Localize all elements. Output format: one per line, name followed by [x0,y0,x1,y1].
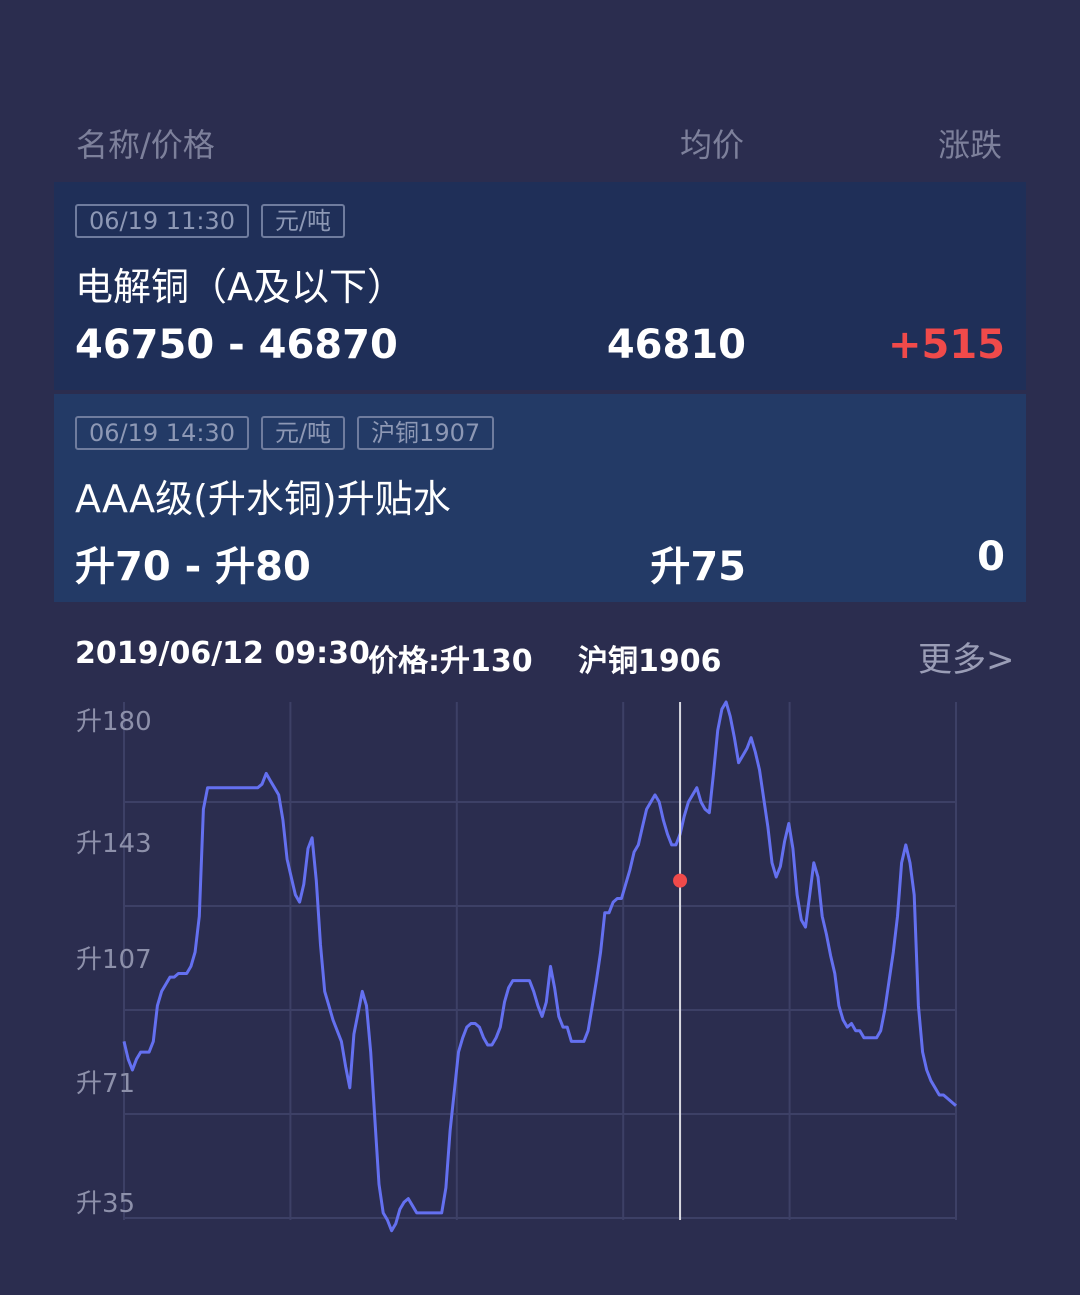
selected-contract: 沪铜1906 [578,644,722,679]
product-name: AAA级(升水铜)升贴水 [75,477,451,521]
tag-list: 06/19 14:30 元/吨 沪铜1907 [75,416,495,450]
average-price: 升75 [650,544,746,590]
price-range: 46750 - 46870 [75,322,398,368]
time-tag: 06/19 14:30 [75,416,249,450]
header-name-price: 名称/价格 [76,126,215,164]
selected-point-marker [673,873,688,888]
price-range: 升70 - 升80 [75,544,311,590]
premium-line-chart[interactable]: 升180 升143 升107 升71 升35 [0,690,1080,1260]
price-change: 0 [977,534,1005,580]
average-price: 46810 [606,322,746,368]
quote-card-aaa-premium[interactable]: 06/19 14:30 元/吨 沪铜1907 AAA级(升水铜)升贴水 升70 … [54,394,1026,602]
price-change: +515 [887,322,1005,368]
contract-tag: 沪铜1907 [357,416,495,450]
header-change: 涨跌 [938,126,1003,164]
more-link[interactable]: 更多> [918,632,1015,681]
selected-price: 价格:升130 [368,644,533,679]
y-tick-label: 升35 [76,1189,135,1219]
chart-info-bar: 2019/06/12 09:30 价格:升130 沪铜1906 更多> [75,636,1015,680]
header-average-price: 均价 [680,126,745,164]
unit-tag: 元/吨 [260,204,346,238]
y-tick-label: 升71 [76,1069,135,1099]
unit-tag: 元/吨 [260,416,346,450]
y-tick-label: 升143 [76,829,152,859]
quote-card-electrolytic-copper[interactable]: 06/19 11:30 元/吨 电解铜（A及以下） 46750 - 46870 … [54,182,1026,390]
series-line [122,700,957,1233]
y-tick-label: 升180 [76,707,152,737]
selected-datetime: 2019/06/12 09:30 [75,636,370,671]
tag-list: 06/19 11:30 元/吨 [75,204,346,238]
product-name: 电解铜（A及以下） [75,265,405,309]
list-header: 名称/价格 均价 涨跌 [0,120,1080,170]
y-tick-label: 升107 [76,945,152,975]
time-tag: 06/19 11:30 [75,204,249,238]
